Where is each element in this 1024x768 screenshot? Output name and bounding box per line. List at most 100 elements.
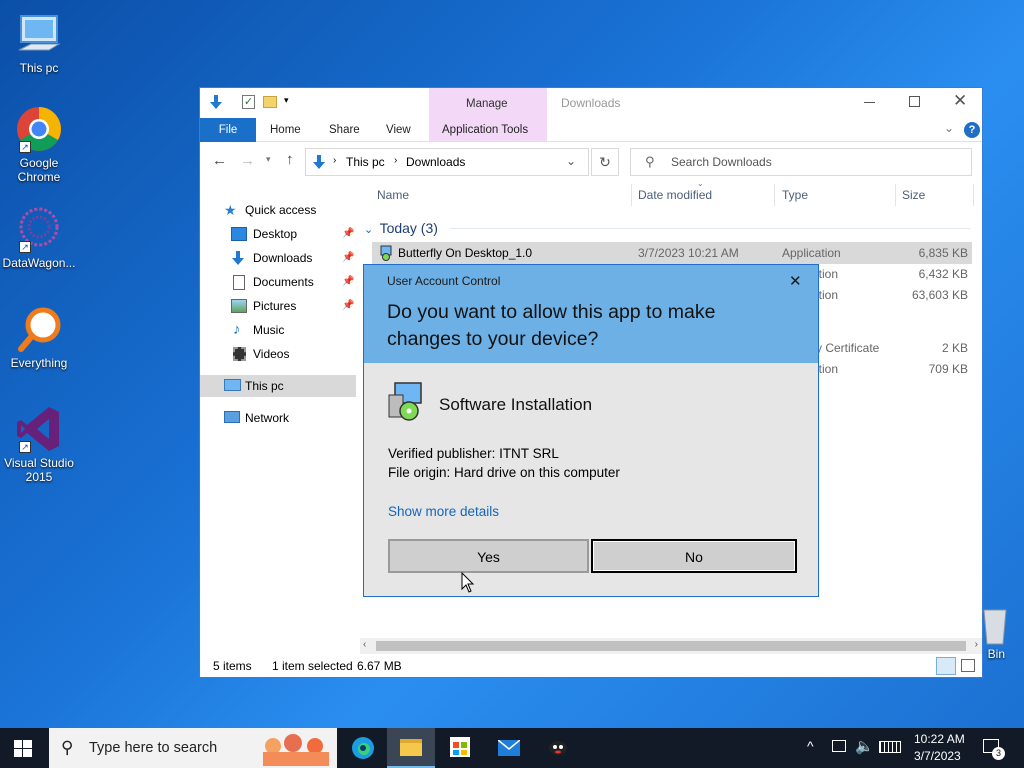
nav-item-downloads[interactable]: Downloads 📌 (200, 247, 356, 269)
status-selection: 1 item selected (272, 659, 353, 673)
taskbar-search-box[interactable]: ⚲ Type here to search (49, 728, 337, 768)
column-header-type[interactable]: Type (782, 188, 808, 202)
table-row[interactable]: Butterfly On Desktop_1.0 3/7/2023 10:21 … (372, 242, 972, 264)
desktop-icon-datawagon[interactable]: ↗ DataWagon... (1, 205, 77, 270)
column-divider[interactable] (895, 184, 896, 206)
butterfly-app-icon (548, 739, 568, 760)
clock-time[interactable]: 10:22 AM (914, 732, 965, 746)
status-bar: 5 items 1 item selected 6.67 MB (200, 655, 982, 677)
breadcrumb-downloads[interactable]: Downloads (406, 155, 465, 169)
installer-icon (387, 381, 429, 423)
horizontal-scrollbar[interactable]: ‹ › (360, 638, 982, 654)
file-size: 6,432 KB (918, 267, 968, 281)
taskbar-butterfly-app[interactable] (534, 728, 582, 768)
nav-item-documents[interactable]: Documents 📌 (200, 271, 356, 293)
shortcut-arrow-icon: ↗ (19, 241, 31, 253)
scroll-thumb[interactable] (376, 641, 966, 651)
column-header-date[interactable]: Date modified (638, 188, 712, 202)
taskbar-file-explorer[interactable] (387, 728, 435, 768)
search-input[interactable]: ⚲ Search Downloads (630, 148, 972, 176)
tab-application-tools[interactable]: Application Tools (430, 118, 540, 142)
back-arrow-icon[interactable]: ← (212, 152, 227, 169)
mouse-cursor-icon (461, 571, 475, 597)
uac-question: Do you want to allow this app to make ch… (387, 301, 716, 350)
visual-studio-icon: ↗ (15, 405, 63, 453)
taskbar-mail[interactable] (485, 728, 533, 768)
nav-item-pictures[interactable]: Pictures 📌 (200, 295, 356, 317)
uac-dialog[interactable]: User Account Control ✕ Do you want to al… (363, 264, 819, 597)
close-icon[interactable]: ✕ (953, 91, 967, 111)
minimize-icon[interactable] (864, 102, 875, 103)
column-divider[interactable] (774, 184, 775, 206)
tab-share[interactable]: Share (317, 118, 372, 142)
pin-icon[interactable]: 📌 (342, 295, 354, 317)
maximize-icon[interactable] (909, 96, 920, 107)
pin-icon[interactable]: 📌 (342, 223, 354, 245)
sort-chevron-icon: ⌄ (697, 179, 704, 188)
taskbar-search-placeholder: Type here to search (89, 740, 218, 756)
volume-icon[interactable]: 🔈 (855, 737, 874, 755)
column-divider[interactable] (631, 184, 632, 206)
column-divider[interactable] (973, 184, 974, 206)
scroll-left-icon[interactable]: ‹ (363, 639, 366, 650)
refresh-icon[interactable]: ↻ (591, 148, 619, 176)
scroll-right-icon[interactable]: › (975, 639, 978, 650)
show-more-details-link[interactable]: Show more details (388, 504, 499, 519)
forward-arrow-icon[interactable]: → (240, 152, 255, 169)
title-bar[interactable]: ✓ ▾ Manage Downloads ✕ (200, 88, 982, 118)
nav-item-network[interactable]: Network (200, 407, 356, 429)
file-name: Butterfly On Desktop_1.0 (398, 246, 533, 260)
recycle-bin-icon (980, 602, 1010, 646)
documents-icon (233, 275, 245, 290)
clock-date[interactable]: 3/7/2023 (914, 749, 961, 763)
desktop-icon-chrome[interactable]: ↗ Google Chrome (1, 105, 77, 184)
tab-file[interactable]: File (200, 118, 256, 142)
tab-home[interactable]: Home (258, 118, 313, 142)
new-folder-icon[interactable] (263, 96, 277, 108)
search-magnifier-icon (15, 305, 63, 353)
network-icon[interactable] (832, 740, 846, 752)
pin-icon[interactable]: 📌 (342, 247, 354, 269)
ribbon-expand-chevron-icon[interactable]: ⌄ (944, 121, 954, 135)
column-header-size[interactable]: Size (902, 188, 925, 202)
nav-item-this-pc[interactable]: This pc (200, 375, 356, 397)
help-icon[interactable]: ? (964, 122, 980, 138)
up-arrow-icon[interactable]: ↑ (286, 151, 294, 168)
desktop-icon-everything[interactable]: Everything (1, 305, 77, 370)
network-icon (224, 411, 240, 423)
nav-item-desktop[interactable]: Desktop 📌 (200, 223, 356, 245)
nav-item-music[interactable]: ♪ Music (200, 319, 356, 341)
show-hidden-icons-chevron-icon[interactable]: ^ (807, 738, 814, 754)
desktop-icon-this-pc[interactable]: This pc (1, 10, 77, 75)
close-icon[interactable]: ✕ (789, 272, 802, 290)
download-arrow-icon[interactable] (208, 94, 224, 113)
quick-access-dropdown-icon[interactable]: ▾ (284, 95, 289, 106)
chrome-icon: ↗ (15, 105, 63, 153)
yes-button[interactable]: Yes (388, 539, 589, 573)
computer-icon (15, 10, 63, 58)
context-group-label: Manage (466, 98, 508, 110)
file-date: 3/7/2023 10:21 AM (638, 246, 739, 260)
taskbar-store[interactable] (436, 728, 484, 768)
installer-icon (378, 245, 394, 261)
nav-item-quick-access[interactable]: ★ Quick access (200, 199, 356, 221)
start-windows-icon[interactable] (14, 740, 32, 760)
no-button[interactable]: No (591, 539, 797, 573)
recent-locations-chevron-icon[interactable]: ▾ (266, 154, 271, 165)
breadcrumb-this-pc[interactable]: This pc (346, 155, 385, 169)
column-header-name[interactable]: Name (377, 188, 409, 202)
address-bar[interactable]: › This pc › Downloads ⌄ (305, 148, 589, 176)
desktop-icon-visual-studio[interactable]: ↗ Visual Studio 2015 (1, 405, 77, 484)
taskbar-edge[interactable] (339, 728, 387, 768)
keyboard-icon[interactable] (879, 741, 901, 753)
tab-view[interactable]: View (374, 118, 423, 142)
shortcut-arrow-icon: ↗ (19, 441, 31, 453)
large-icons-view-icon[interactable] (961, 659, 975, 672)
group-header-today[interactable]: ⌄ Today (3) (364, 217, 974, 239)
file-size: 2 KB (941, 341, 968, 355)
details-view-icon[interactable] (936, 657, 956, 675)
pin-icon[interactable]: 📌 (342, 271, 354, 293)
address-dropdown-chevron-icon[interactable]: ⌄ (566, 154, 576, 168)
nav-item-videos[interactable]: Videos (200, 343, 356, 365)
properties-checkbox-icon[interactable]: ✓ (242, 95, 255, 109)
